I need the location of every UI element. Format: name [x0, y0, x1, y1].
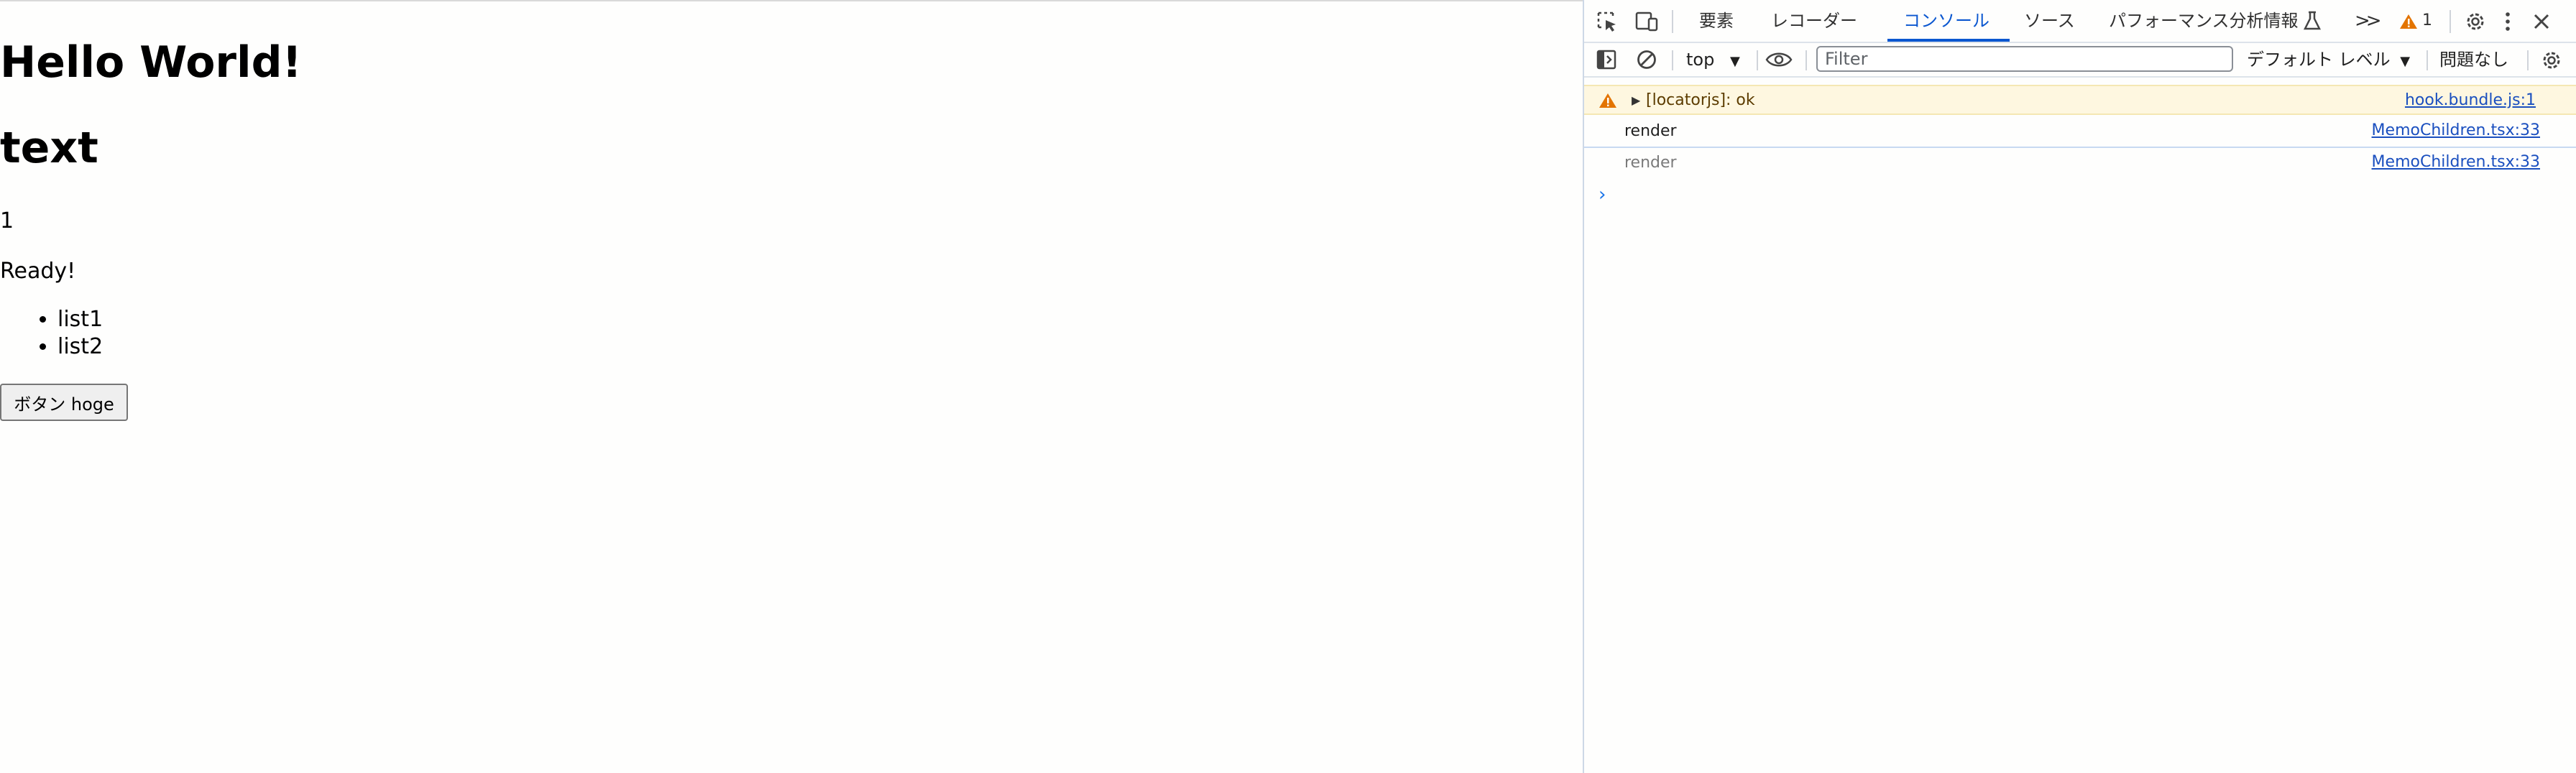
tab-sources[interactable]: ソース [2024, 0, 2075, 42]
active-tab-underline [1887, 39, 2010, 42]
list-item: list2 [58, 333, 103, 361]
console-message-warning[interactable]: ▶ [locatorjs]: ok hook.bundle.js:1 [1584, 85, 2576, 115]
message-text: render [1624, 154, 1677, 172]
toolbar-divider [1672, 10, 1673, 33]
toolbar-divider [2527, 50, 2529, 70]
more-tabs-icon[interactable]: >> [2355, 0, 2381, 42]
message-source-link[interactable]: MemoChildren.tsx:33 [2372, 148, 2540, 177]
context-select[interactable]: top ▼ [1686, 47, 1740, 72]
live-expression-eye-icon[interactable] [1765, 50, 1793, 69]
message-text: [locatorjs]: ok [1646, 91, 1755, 109]
tab-performance-insights[interactable]: パフォーマンス分析情報 [2109, 0, 2299, 42]
toolbar-divider [2426, 50, 2428, 70]
message-text: render [1624, 122, 1677, 140]
tab-recorder[interactable]: レコーダー [1771, 0, 1857, 42]
item-list: list1 list2 [0, 306, 103, 361]
list-item: list1 [58, 306, 103, 333]
close-icon[interactable] [2531, 11, 2552, 32]
console-message-log[interactable]: render MemoChildren.tsx:33 [1584, 116, 2576, 148]
text-heading: text [0, 123, 98, 173]
hello-heading: Hello World! [0, 37, 302, 88]
dropdown-arrow-icon: ▼ [1729, 54, 1740, 69]
console-prompt-chevron-icon[interactable]: › [1598, 184, 1606, 205]
toolbar-divider [1757, 50, 1758, 70]
device-toolbar-icon[interactable] [1634, 10, 1659, 33]
clear-console-icon[interactable] [1636, 49, 1657, 70]
counter-value: 1 [0, 208, 14, 233]
page-viewport: Hello World! text 1 Ready! list1 list2 ボ… [0, 0, 1583, 773]
more-options-icon[interactable] [2503, 10, 2513, 33]
filter-input[interactable] [1816, 46, 2233, 72]
tab-console[interactable]: コンソール [1903, 0, 1990, 42]
message-source-link[interactable]: hook.bundle.js:1 [2405, 86, 2536, 115]
message-source-link[interactable]: MemoChildren.tsx:33 [2372, 116, 2540, 145]
inspect-element-icon[interactable] [1596, 10, 1619, 33]
toolbar-divider [1672, 50, 1673, 70]
sidebar-toggle-icon[interactable] [1596, 49, 1617, 70]
log-level-value: デフォルト レベル [2247, 50, 2391, 70]
status-text: Ready! [0, 259, 76, 284]
console-toolbar: top ▼ デフォルト レベル ▼ 問題なし [1584, 43, 2576, 78]
warning-icon [1599, 93, 1616, 108]
dropdown-arrow-icon: ▼ [2400, 54, 2411, 69]
gear-icon[interactable] [2464, 10, 2487, 33]
toolbar-divider [2450, 10, 2451, 33]
context-select-value: top [1686, 50, 1715, 70]
hoge-button[interactable]: ボタン hoge [0, 384, 128, 421]
issues-count[interactable]: 問題なし [2439, 47, 2508, 72]
console-message-log[interactable]: render MemoChildren.tsx:33 [1584, 148, 2576, 180]
experiment-flask-icon [2303, 11, 2322, 30]
console-settings-gear-icon[interactable] [2540, 49, 2563, 72]
warning-count[interactable]: 1 [2422, 0, 2432, 42]
tab-elements[interactable]: 要素 [1699, 0, 1734, 42]
warning-icon[interactable] [2399, 13, 2418, 30]
log-level-select[interactable]: デフォルト レベル ▼ [2247, 47, 2410, 72]
toolbar-divider [1806, 50, 1807, 70]
expand-triangle-icon[interactable]: ▶ [1632, 86, 1640, 115]
devtools-tabbar: 要素 レコーダー コンソール ソース パフォーマンス分析情報 >> 1 [1584, 0, 2576, 43]
devtools-panel: 要素 レコーダー コンソール ソース パフォーマンス分析情報 >> 1 top … [1583, 0, 2576, 773]
